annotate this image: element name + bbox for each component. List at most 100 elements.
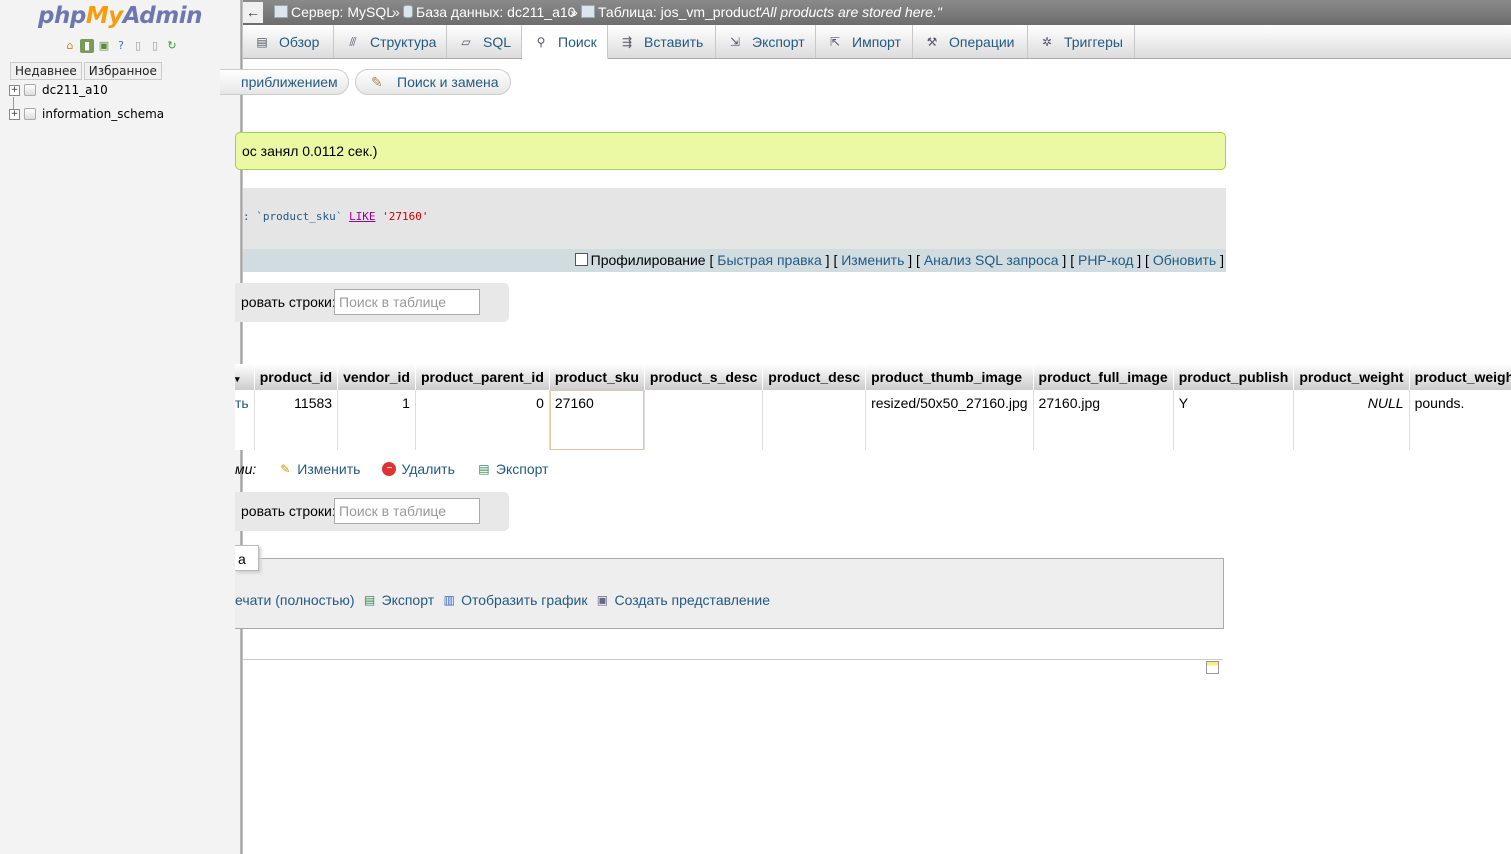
nav-recent-favorites: Недавнее Избранное (10, 62, 162, 80)
import-icon: ⇱ (829, 34, 841, 49)
operations-legend: а (235, 545, 259, 571)
cell-product-sku[interactable]: 27160 (549, 390, 645, 450)
column-header[interactable]: product_weight (1293, 364, 1410, 390)
pencil-icon: ✎ (280, 462, 291, 476)
column-header[interactable]: product_weight (1409, 364, 1511, 390)
explain-sql-link[interactable]: Анализ SQL запроса (924, 252, 1059, 268)
recent-tables-button[interactable]: Недавнее (10, 62, 82, 80)
cell-vendor-id[interactable]: 1 (337, 390, 416, 450)
settings-icon[interactable]: ▯ (148, 39, 162, 53)
column-header[interactable]: product_publish (1173, 364, 1295, 390)
tab-browse[interactable]: ▤ Обзор (243, 25, 334, 58)
cell-product-id[interactable]: 11583 (254, 390, 339, 450)
refresh-link[interactable]: Обновить (1153, 252, 1216, 268)
tab-operations[interactable]: ⚒ Операции (913, 25, 1028, 58)
view-icon: ▣ (596, 593, 609, 607)
expand-icon[interactable]: + (9, 84, 20, 96)
bulk-label: ми: (235, 461, 257, 477)
expand-icon[interactable]: + (9, 108, 20, 120)
breadcrumb-database[interactable]: База данных: dc211_a10 (403, 4, 575, 20)
cell-product-thumb-image[interactable]: resized/50x50_27160.jpg (865, 390, 1034, 450)
cell-product-weight-uom[interactable]: pounds. (1409, 390, 1511, 450)
triggers-icon: ✲ (1041, 34, 1053, 49)
filter-rows-top: ровать строки: (235, 283, 509, 322)
cell-product-full-image[interactable]: 27160.jpg (1033, 390, 1174, 450)
filter-input[interactable] (334, 498, 480, 524)
tab-sql[interactable]: ▱ SQL (447, 25, 522, 58)
column-header[interactable]: product_id (254, 364, 339, 390)
breadcrumb-table[interactable]: Таблица: jos_vm_product (581, 4, 760, 20)
tab-structure[interactable]: ⫻ Структура (334, 25, 447, 58)
database-icon (24, 84, 36, 96)
bar-chart-icon: ▥ (443, 593, 455, 607)
tab-triggers[interactable]: ✲ Триггеры (1028, 25, 1135, 58)
bulk-export-button[interactable]: ▤ Экспорт (477, 461, 548, 477)
display-chart-link[interactable]: ▥ Отобразить график (442, 592, 587, 608)
sql-keyword[interactable]: LIKE (349, 210, 376, 223)
database-icon (403, 5, 413, 18)
phpmyadmin-logo[interactable]: phpMyAdmin (38, 3, 202, 29)
table-header-row: ▾ product_id vendor_id product_parent_id… (235, 364, 1511, 390)
export-link[interactable]: ▤ Экспорт (363, 592, 434, 608)
filter-rows-bottom: ровать строки: (235, 492, 509, 531)
sort-arrow-icon[interactable]: ▾ (235, 374, 240, 384)
sql-query-links: Профилирование [ Быстрая правка ] [ Изме… (243, 249, 1226, 272)
favorite-tables-button[interactable]: Избранное (83, 62, 162, 80)
column-header[interactable]: product_parent_id (415, 364, 550, 390)
breadcrumb-separator: » (392, 4, 400, 20)
server-icon (274, 5, 288, 18)
filter-input[interactable] (334, 289, 480, 315)
sort-column-header[interactable]: ▾ (235, 364, 255, 390)
tab-search[interactable]: ⚲ Поиск (522, 25, 608, 59)
tab-export[interactable]: ⇲ Экспорт (716, 25, 816, 58)
column-header[interactable]: product_desc (762, 364, 867, 390)
inline-edit-link[interactable]: Быстрая правка (717, 252, 822, 268)
edit-query-link[interactable]: Изменить (841, 252, 904, 268)
bulk-edit-button[interactable]: ✎ Изменить (278, 461, 360, 477)
column-header[interactable]: product_sku (549, 364, 645, 390)
replace-icon: ✎ (371, 73, 383, 90)
export-icon: ▤ (478, 462, 490, 476)
column-header[interactable]: product_full_image (1033, 364, 1174, 390)
cell-product-desc[interactable] (762, 390, 867, 450)
bulk-delete-button[interactable]: − Удалить (382, 461, 455, 477)
tab-import[interactable]: ⇱ Импорт (816, 25, 913, 58)
home-icon[interactable]: ⌂ (63, 39, 77, 53)
row-action-link[interactable]: ть (235, 390, 255, 450)
column-header[interactable]: vendor_id (337, 364, 416, 390)
php-code-link[interactable]: PHP-код (1078, 252, 1133, 268)
bulk-actions: ми: ✎ Изменить − Удалить ▤ Экспорт (235, 461, 549, 477)
reload-icon[interactable]: ↻ (165, 39, 179, 53)
breadcrumb-server[interactable]: Сервер: MySQL (274, 4, 394, 20)
console-toggle-icon[interactable] (1206, 661, 1219, 674)
logout-icon[interactable]: ▮ (80, 39, 94, 53)
table-icon (581, 5, 595, 18)
insert-icon: ⇶ (621, 34, 633, 49)
sql-query-text[interactable]: : `product_sku` LIKE '27160' (243, 210, 428, 223)
navigation-panel: phpMyAdmin ⌂ ▮ ▣ ? ▯ ▯ ↻ Недавнее Избран… (0, 0, 240, 854)
find-replace-button[interactable]: ✎ Поиск и замена (355, 69, 511, 95)
db-name[interactable]: information_schema (42, 107, 164, 121)
db-name[interactable]: dc211_a10 (42, 83, 108, 97)
tab-insert[interactable]: ⇶ Вставить (608, 25, 716, 58)
cell-product-publish[interactable]: Y (1173, 390, 1295, 450)
export-icon: ⇲ (729, 34, 741, 49)
cell-product-parent-id[interactable]: 0 (415, 390, 550, 450)
filter-label: ровать строки: (241, 503, 336, 519)
documentation-icon[interactable]: ▯ (131, 39, 145, 53)
cell-product-s-desc[interactable] (644, 390, 764, 450)
cell-product-weight[interactable]: NULL (1293, 390, 1410, 450)
column-header[interactable]: product_thumb_image (865, 364, 1034, 390)
delete-icon: − (382, 462, 397, 476)
zoom-search-button[interactable]: приближением (220, 69, 349, 95)
collapse-nav-button[interactable]: ← (243, 2, 263, 23)
query-window-icon[interactable]: ▣ (97, 39, 111, 53)
column-header[interactable]: product_s_desc (644, 364, 764, 390)
db-tree-item-dc211-a10[interactable]: + dc211_a10 (9, 83, 108, 97)
print-view-full-link[interactable]: ечати (полностью) (235, 592, 355, 608)
create-view-link[interactable]: ▣ Создать представление (595, 592, 770, 608)
profiling-checkbox[interactable] (574, 253, 588, 266)
docs-icon[interactable]: ? (114, 39, 128, 53)
db-tree-item-information-schema[interactable]: + information_schema (9, 107, 164, 121)
table-comment: "All products are stored here." (756, 4, 942, 20)
